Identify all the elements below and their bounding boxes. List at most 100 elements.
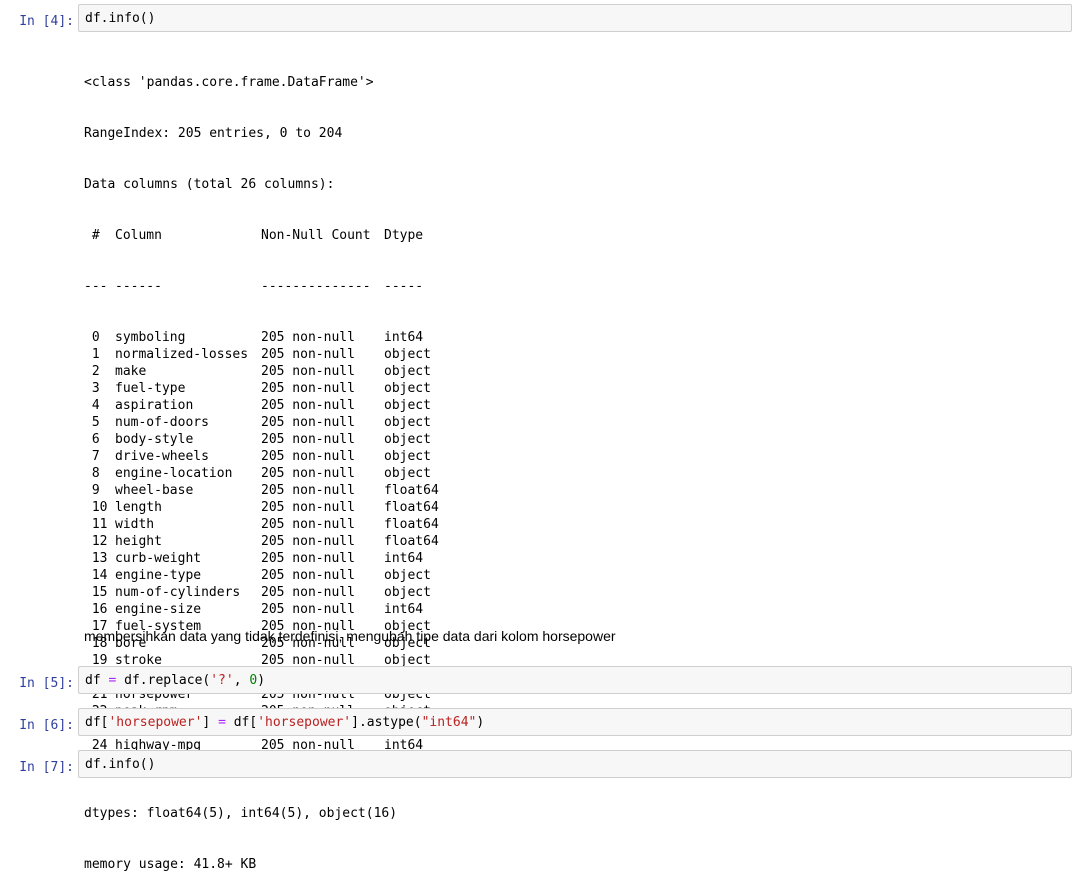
info-row: 12 height 205 non-null float64 (84, 533, 439, 550)
info-row-dtype: object (384, 432, 431, 447)
cell-prompt: In [5]: (19, 676, 74, 691)
output-class-line: <class 'pandas.core.frame.DataFrame'> (84, 75, 374, 90)
info-row-num: 11 (84, 517, 108, 532)
info-row: 3 fuel-type 205 non-null object (84, 380, 439, 397)
info-row: 16 engine-size 205 non-null int64 (84, 601, 439, 618)
info-row: 9 wheel-base 205 non-null float64 (84, 482, 439, 499)
info-row-num: 12 (84, 534, 108, 549)
info-row-dtype: object (384, 398, 431, 413)
info-row-count: 205 non-null (261, 585, 355, 600)
info-row-dtype: int64 (384, 551, 424, 566)
info-row-count: 205 non-null (261, 381, 355, 396)
info-row-dtype: float64 (384, 534, 439, 549)
info-row-column: make (115, 364, 147, 379)
info-row: 14 engine-type 205 non-null object (84, 567, 439, 584)
code-token: , (233, 673, 250, 688)
info-row-num: 0 (84, 330, 100, 345)
sep-dtype: ----- (384, 279, 424, 294)
info-row-column: wheel-base (115, 483, 194, 498)
info-row-column: engine-size (115, 602, 202, 617)
info-row-dtype: int64 (384, 602, 424, 617)
output-dtypes-line: dtypes: float64(5), int64(5), object(16) (84, 806, 398, 821)
cell-prompt: In [4]: (19, 14, 74, 29)
info-row-num: 15 (84, 585, 108, 600)
info-row-count: 205 non-null (261, 602, 355, 617)
info-row-dtype: float64 (384, 517, 439, 532)
info-row-count: 205 non-null (261, 466, 355, 481)
sep-column: ------ (115, 279, 162, 294)
info-row-column: height (115, 534, 162, 549)
info-row-column: normalized-losses (115, 347, 249, 362)
code-text: df['horsepower'] = df['horsepower'].asty… (85, 714, 484, 731)
info-row-num: 7 (84, 449, 100, 464)
sep-num: --- (84, 279, 108, 294)
info-row-column: engine-type (115, 568, 202, 583)
info-row-dtype: object (384, 364, 431, 379)
info-row-count: 205 non-null (261, 449, 355, 464)
info-row-count: 205 non-null (261, 551, 355, 566)
info-row: 0 symboling 205 non-null int64 (84, 329, 439, 346)
info-row-num: 8 (84, 466, 100, 481)
info-row: 2 make 205 non-null object (84, 363, 439, 380)
header-count: Non-Null Count (261, 228, 371, 243)
code-input-6[interactable]: df['horsepower'] = df['horsepower'].asty… (78, 708, 1072, 736)
info-row-dtype: object (384, 466, 431, 481)
output-columns-line: Data columns (total 26 columns): (84, 177, 335, 192)
info-row: 4 aspiration 205 non-null object (84, 397, 439, 414)
code-token: df[ (225, 715, 258, 730)
markdown-text: membersihkan data yang tidak terdefinisi… (84, 628, 616, 644)
cell-prompt: In [7]: (19, 760, 74, 775)
info-row-count: 205 non-null (261, 415, 355, 430)
info-row: 7 drive-wheels 205 non-null object (84, 448, 439, 465)
code-token: df (85, 673, 109, 688)
info-row-column: width (115, 517, 155, 532)
code-token: ].astype( (351, 715, 422, 730)
info-row-num: 16 (84, 602, 108, 617)
info-row-num: 1 (84, 347, 100, 362)
info-row-num: 10 (84, 500, 108, 515)
info-row: 6 body-style 205 non-null object (84, 431, 439, 448)
code-token: ] (202, 715, 219, 730)
info-row-count: 205 non-null (261, 432, 355, 447)
code-input-4[interactable]: df.info() (78, 4, 1072, 32)
info-row-num: 13 (84, 551, 108, 566)
info-row-num: 6 (84, 432, 100, 447)
code-text: df.info() (85, 11, 156, 26)
info-row-dtype: int64 (384, 330, 424, 345)
code-text: df.info() (85, 757, 156, 772)
code-token: ) (257, 673, 266, 688)
info-row-dtype: object (384, 568, 431, 583)
info-row-column: fuel-type (115, 381, 186, 396)
info-row-count: 205 non-null (261, 483, 355, 498)
info-row-count: 205 non-null (261, 347, 355, 362)
info-row-dtype: object (384, 449, 431, 464)
info-row-count: 205 non-null (261, 330, 355, 345)
info-row-column: symboling (115, 330, 186, 345)
info-row-num: 14 (84, 568, 108, 583)
info-row-column: num-of-cylinders (115, 585, 241, 600)
code-string: 'horsepower' (108, 715, 203, 730)
info-row-column: body-style (115, 432, 194, 447)
info-row-num: 2 (84, 364, 100, 379)
sep-count: -------------- (261, 279, 371, 294)
info-row-column: drive-wheels (115, 449, 209, 464)
info-row-num: 3 (84, 381, 100, 396)
code-token: df[ (85, 715, 109, 730)
info-row: 10 length 205 non-null float64 (84, 499, 439, 516)
cell-prompt: In [6]: (19, 718, 74, 733)
info-row-num: 9 (84, 483, 100, 498)
info-row-dtype: float64 (384, 500, 439, 515)
code-input-7[interactable]: df.info() (78, 750, 1072, 778)
info-row-count: 205 non-null (261, 398, 355, 413)
header-column: Column (115, 228, 162, 243)
info-row: 11 width 205 non-null float64 (84, 516, 439, 533)
info-row: 5 num-of-doors 205 non-null object (84, 414, 439, 431)
info-row-dtype: float64 (384, 483, 439, 498)
code-token: df.replace( (116, 673, 211, 688)
info-row-dtype: object (384, 381, 431, 396)
info-row-count: 205 non-null (261, 534, 355, 549)
code-text: df = df.replace('?', 0) (85, 672, 265, 689)
info-row-dtype: object (384, 585, 431, 600)
info-row-count: 205 non-null (261, 517, 355, 532)
code-input-5[interactable]: df = df.replace('?', 0) (78, 666, 1072, 694)
